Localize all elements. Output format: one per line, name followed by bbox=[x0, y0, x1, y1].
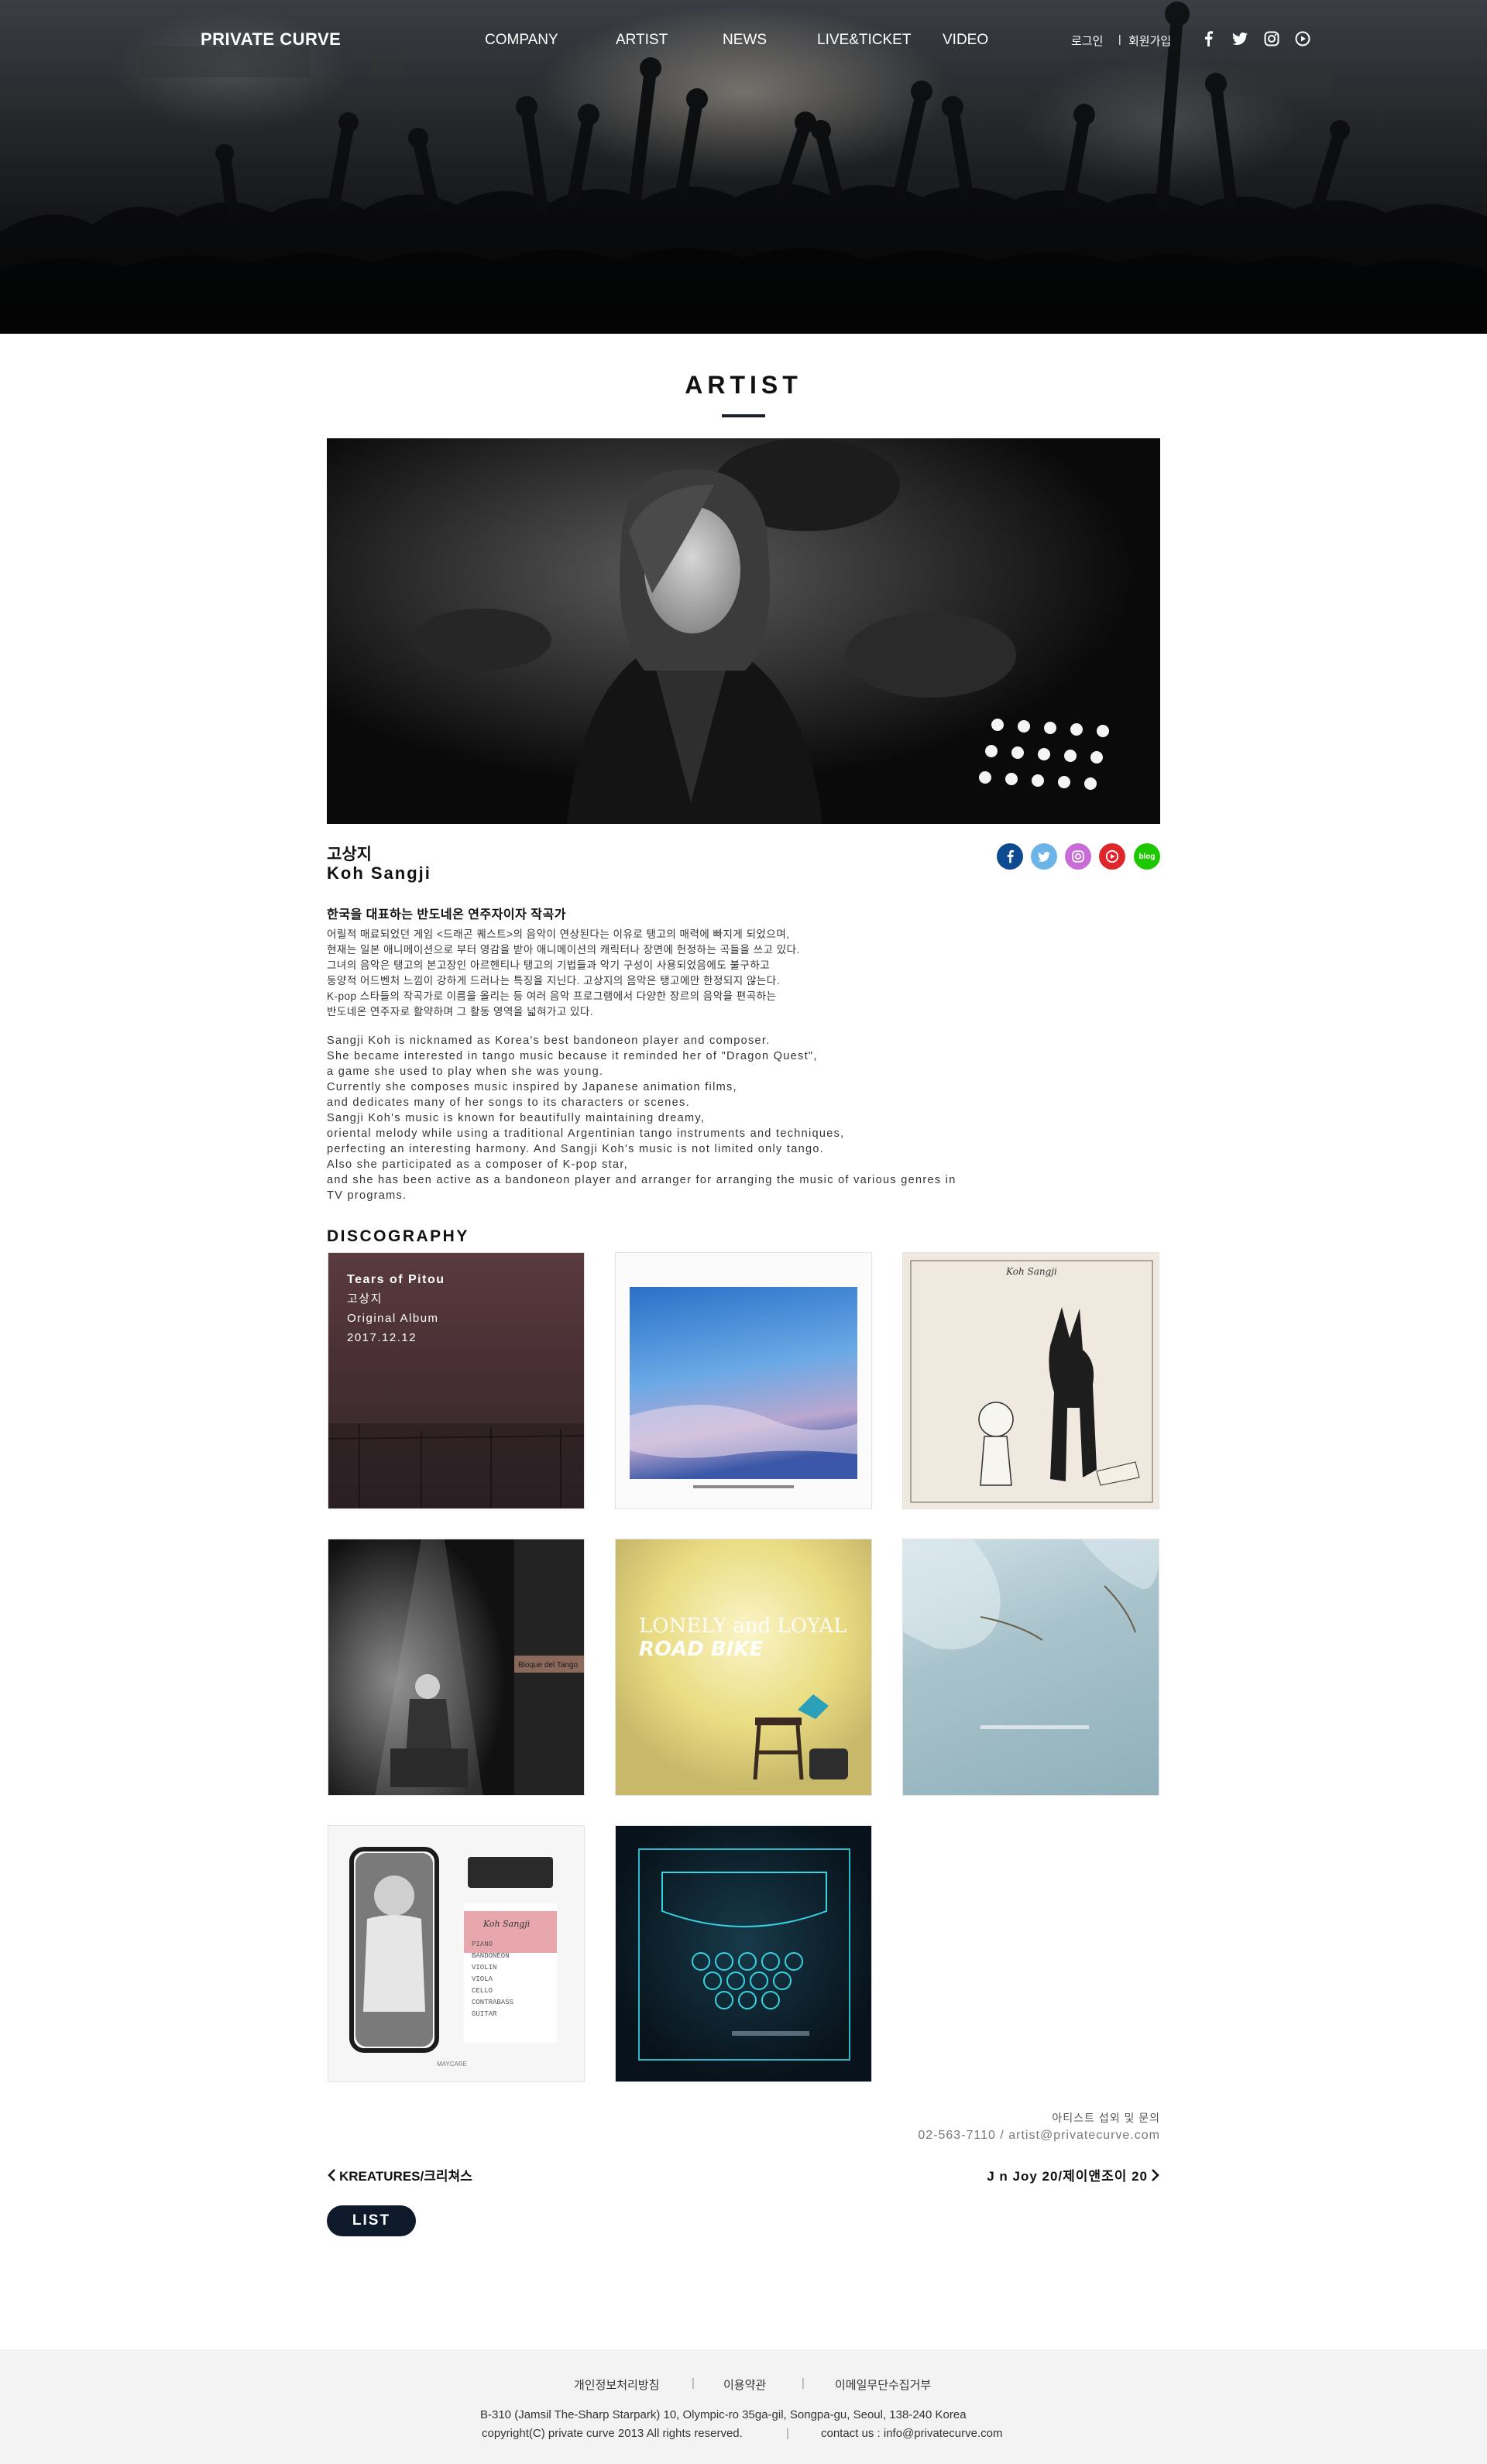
nav-item-artist[interactable]: ARTIST bbox=[616, 32, 668, 49]
bio-ko-line: 현재는 일본 애니메이션으로 부터 영감을 받아 애니메이션의 캐릭터나 장면에… bbox=[327, 944, 800, 956]
album-info-overlay: Tears of Pitou 고상지 Original Album 2017.1… bbox=[347, 1270, 445, 1347]
artist-photo bbox=[327, 438, 1160, 824]
artist-name-english: Koh Sangji bbox=[327, 863, 431, 883]
album-cover-sky[interactable] bbox=[615, 1252, 872, 1509]
util-divider: | bbox=[1118, 33, 1121, 45]
cover-text: ROAD BIKE bbox=[639, 1638, 764, 1661]
album-cover-art bbox=[630, 1287, 857, 1488]
login-link[interactable]: 로그인 bbox=[1071, 33, 1103, 49]
next-artist-label: J n Joy 20/제이앤조이 20 bbox=[987, 2169, 1148, 2184]
site-footer: 개인정보처리방침 | 이용약관 | 이메일무단수집거부 B-310 (Jamsi… bbox=[0, 2349, 1487, 2464]
bio-en-line: She became interested in tango music bec… bbox=[327, 1050, 818, 1062]
bio-en-line: Sangji Koh's music is known for beautifu… bbox=[327, 1112, 706, 1124]
list-button[interactable]: LIST bbox=[327, 2205, 416, 2236]
cover-text: Koh Sangji bbox=[483, 1919, 530, 1929]
cover-text: CELLO bbox=[472, 1987, 493, 1995]
facebook-icon[interactable] bbox=[1199, 29, 1217, 48]
nav-item-news[interactable]: NEWS bbox=[723, 32, 767, 49]
contact-label: 아티스트 섭외 및 문의 bbox=[1052, 2112, 1160, 2124]
album-cover-bloque-del-tango[interactable]: Bloque del Tango bbox=[328, 1539, 585, 1796]
title-underline bbox=[722, 414, 765, 417]
site-logo[interactable]: PRIVATE CURVE bbox=[201, 29, 341, 50]
album-cover-art: Koh Sangji bbox=[910, 1260, 1153, 1503]
youtube-icon[interactable] bbox=[1099, 843, 1125, 870]
footer-link-terms[interactable]: 이용약관 bbox=[723, 2376, 766, 2393]
footer-link-privacy[interactable]: 개인정보처리방침 bbox=[574, 2376, 659, 2393]
cover-text: CONTRABASS bbox=[472, 1999, 513, 2006]
footer-divider: | bbox=[802, 2376, 805, 2390]
nav-item-company[interactable]: COMPANY bbox=[485, 32, 558, 49]
instagram-icon[interactable] bbox=[1262, 29, 1281, 48]
bio-en-line: Sangji Koh is nicknamed as Korea's best … bbox=[327, 1035, 771, 1047]
twitter-icon[interactable] bbox=[1031, 843, 1057, 870]
cover-text: BANDONEON bbox=[472, 1952, 510, 1960]
bio-ko-line: K-pop 스타들의 작곡가로 이름을 올리는 등 여러 음악 프로그램에서 다… bbox=[327, 990, 777, 1002]
concert-crowd-image bbox=[0, 0, 1487, 334]
album-type: Original Album bbox=[347, 1312, 439, 1325]
prev-artist-link[interactable]: KREATURES/크리쳐스 bbox=[327, 2165, 472, 2184]
nav-item-live-ticket[interactable]: LIVE&TICKET bbox=[817, 32, 911, 49]
album-date: 2017.12.12 bbox=[347, 1331, 417, 1344]
facebook-icon[interactable] bbox=[997, 843, 1023, 870]
footer-divider: | bbox=[692, 2376, 695, 2390]
album-cover-ice[interactable] bbox=[902, 1539, 1159, 1796]
hero-banner: PRIVATE CURVE COMPANY ARTIST NEWS LIVE&T… bbox=[0, 0, 1487, 334]
album-tears-of-pitou[interactable]: Tears of Pitou 고상지 Original Album 2017.1… bbox=[328, 1252, 585, 1509]
bio-en-line: TV programs. bbox=[327, 1189, 407, 1202]
bio-en-line: perfecting an interesting harmony. And S… bbox=[327, 1143, 825, 1155]
next-artist-link[interactable]: J n Joy 20/제이앤조이 20 bbox=[987, 2165, 1160, 2184]
artist-headline: 한국을 대표하는 반도네온 연주자이자 작곡가 bbox=[327, 908, 566, 921]
chevron-right-icon bbox=[1152, 2168, 1159, 2181]
prev-artist-label: KREATURES/크리쳐스 bbox=[339, 2169, 472, 2184]
chevron-left-icon bbox=[328, 2168, 335, 2181]
cover-text: Bloque del Tango bbox=[518, 1661, 579, 1670]
instagram-icon[interactable] bbox=[1065, 843, 1091, 870]
cover-text: VIOLIN bbox=[472, 1964, 496, 1972]
footer-link-email-policy[interactable]: 이메일무단수집거부 bbox=[835, 2376, 931, 2393]
album-artist: 고상지 bbox=[347, 1292, 383, 1306]
cover-text: MAYCARE bbox=[437, 2061, 467, 2068]
bio-ko-line: 반도네온 연주자로 활약하며 그 활동 영역을 넓혀가고 있다. bbox=[327, 1006, 594, 1018]
album-title: Tears of Pitou bbox=[347, 1273, 445, 1286]
artist-name-korean: 고상지 bbox=[327, 846, 372, 863]
album-cover-cyan[interactable] bbox=[615, 1825, 872, 2082]
nav-item-video[interactable]: VIDEO bbox=[943, 32, 988, 49]
bio-en-line: a game she used to play when she was you… bbox=[327, 1066, 604, 1078]
bio-en-line: Also she participated as a composer of K… bbox=[327, 1158, 629, 1171]
bio-en-line: oriental melody while using a traditiona… bbox=[327, 1127, 845, 1140]
bio-en-line: Currently she composes music inspired by… bbox=[327, 1081, 737, 1093]
footer-address: B-310 (Jamsil The-Sharp Starpark) 10, Ol… bbox=[480, 2408, 967, 2421]
album-cover-illustration[interactable]: Koh Sangji bbox=[902, 1252, 1159, 1509]
footer-contact: contact us : info@privatecurve.com bbox=[821, 2427, 1003, 2440]
bio-english: Sangji Koh is nicknamed as Korea's best … bbox=[327, 1033, 1179, 1203]
cover-text: LONELY and LOYAL bbox=[639, 1615, 847, 1638]
footer-divider: | bbox=[786, 2427, 789, 2440]
album-cover-art bbox=[903, 1539, 1159, 1729]
bio-ko-line: 그녀의 음악은 탱고의 본고장인 아르헨티나 탱고의 기법들과 악기 구성이 사… bbox=[327, 959, 771, 971]
album-cover-art: LONELY and LOYAL ROAD BIKE bbox=[639, 1615, 848, 1780]
cover-text: VIOLA bbox=[472, 1975, 493, 1983]
discography-title: DISCOGRAPHY bbox=[327, 1227, 469, 1245]
twitter-icon[interactable] bbox=[1231, 29, 1249, 48]
bio-en-line: and she has been active as a bandoneon p… bbox=[327, 1174, 956, 1186]
bio-ko-line: 어릴적 매료되었던 게임 <드래곤 퀘스트>의 음악이 연상된다는 이유로 탱고… bbox=[327, 928, 790, 940]
cover-signature: Koh Sangji bbox=[1005, 1266, 1057, 1277]
album-cover-art bbox=[616, 1826, 871, 2081]
album-cover-art: Koh Sangji PIANO BANDONEON VIOLIN VIOLA … bbox=[349, 1847, 557, 2068]
album-cover-road-bike[interactable]: LONELY and LOYAL ROAD BIKE bbox=[615, 1539, 872, 1796]
signup-link[interactable]: 회원가입 bbox=[1128, 33, 1171, 49]
page-title: ARTIST bbox=[685, 371, 802, 399]
footer-copyright: copyright(C) private curve 2013 All righ… bbox=[482, 2427, 743, 2440]
play-icon[interactable] bbox=[1293, 29, 1312, 48]
album-cover-maycare[interactable]: Koh Sangji PIANO BANDONEON VIOLIN VIOLA … bbox=[328, 1825, 585, 2082]
bio-ko-line: 동양적 어드벤처 느낌이 강하게 드러나는 특징을 지닌다. 고상지의 음악은 … bbox=[327, 975, 780, 987]
album-cover-art: Bloque del Tango bbox=[328, 1539, 584, 1795]
contact-value[interactable]: 02-563-7110 / artist@privatecurve.com bbox=[918, 2129, 1160, 2143]
cover-text: GUITAR bbox=[472, 2010, 497, 2018]
bio-korean: 어릴적 매료되었던 게임 <드래곤 퀘스트>의 음악이 연상된다는 이유로 탱고… bbox=[327, 927, 1179, 1020]
blog-icon[interactable]: blog bbox=[1134, 843, 1160, 870]
cover-text: PIANO bbox=[472, 1941, 493, 1948]
bio-en-line: and dedicates many of her songs to its c… bbox=[327, 1096, 690, 1109]
